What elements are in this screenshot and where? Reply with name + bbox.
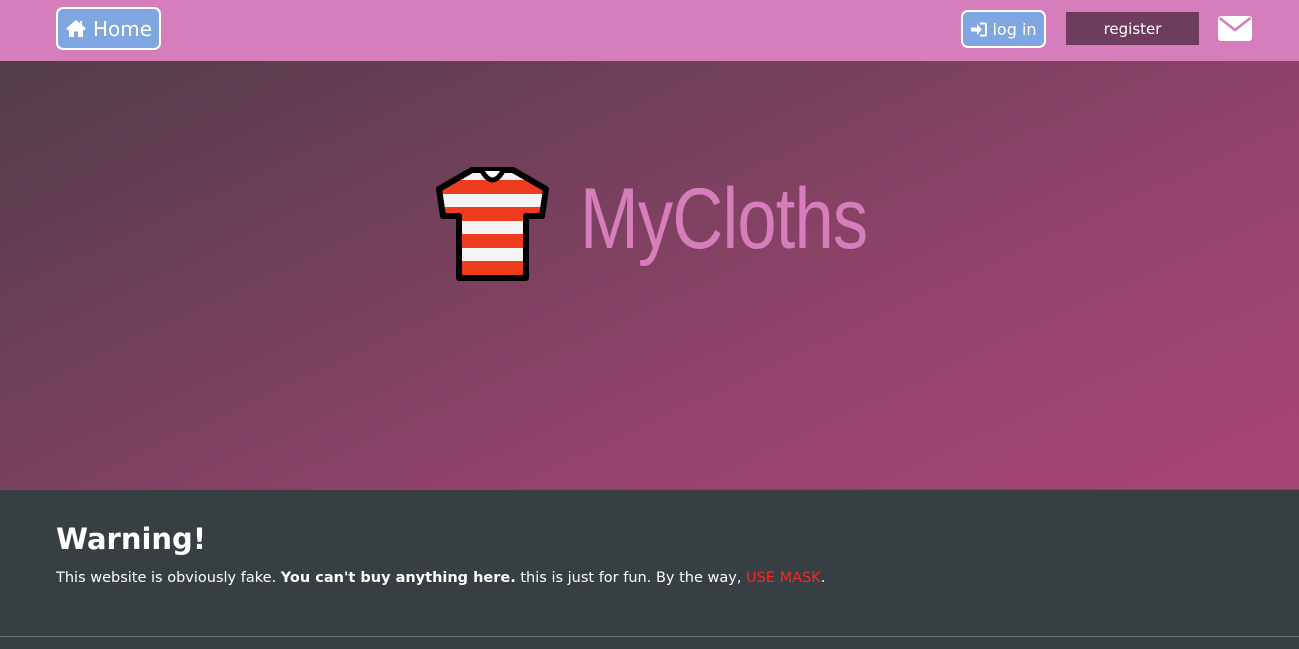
warning-title: Warning! — [56, 522, 207, 556]
sign-in-icon — [971, 22, 988, 36]
envelope-icon[interactable] — [1218, 16, 1252, 41]
t-shirt-icon — [436, 167, 549, 281]
navbar: Home log in register — [0, 0, 1299, 61]
warning-text-part1: This website is obviously fake. — [56, 570, 281, 586]
warning-text: This website is obviously fake. You can'… — [56, 570, 825, 586]
warning-text-bold: You can't buy anything here. — [280, 570, 516, 586]
hero-banner — [0, 61, 1299, 489]
warning-section: Warning! This website is obviously fake.… — [0, 489, 1299, 637]
register-label: register — [1103, 19, 1162, 38]
home-icon — [65, 20, 86, 37]
brand-title: MyCloths — [580, 171, 868, 267]
warning-text-highlight: USE MASK — [746, 570, 821, 586]
home-label: Home — [92, 16, 153, 41]
login-label: log in — [992, 19, 1037, 39]
home-button[interactable]: Home — [56, 7, 161, 50]
warning-text-end: . — [820, 570, 826, 586]
register-button[interactable]: register — [1066, 12, 1199, 45]
warning-text-part2: this is just for fun. By the way, — [515, 570, 747, 586]
login-button[interactable]: log in — [961, 10, 1046, 48]
